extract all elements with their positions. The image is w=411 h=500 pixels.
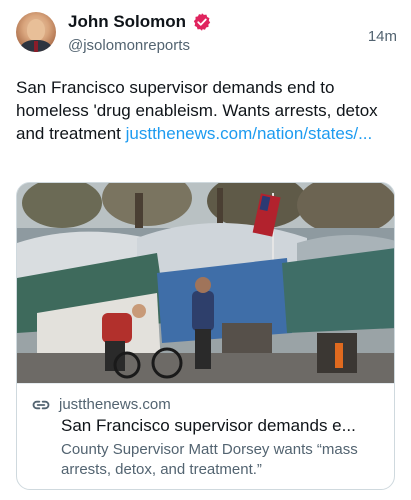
avatar-tie (34, 41, 38, 52)
card-description: County Supervisor Matt Dorsey wants “mas… (61, 441, 358, 478)
card-domain-row: justthenews.com (31, 396, 171, 413)
author-handle[interactable]: @jsolomonreports (68, 37, 190, 54)
card-title[interactable]: San Francisco supervisor demands e... (61, 416, 387, 436)
tweet-timestamp[interactable]: 14m (368, 28, 397, 45)
card-domain: justthenews.com (59, 396, 171, 413)
tweet-header: John Solomon @jsolomonreports 14m (16, 12, 397, 58)
avatar[interactable] (16, 12, 56, 52)
tweet-link[interactable]: justthenews.com/nation/states/... (126, 124, 373, 143)
card-meta: justthenews.com San Francisco supervisor… (17, 383, 394, 489)
author-name-row: John Solomon (68, 12, 212, 32)
tweet-body: San Francisco supervisor demands end to … (16, 76, 397, 145)
avatar-face (27, 19, 45, 41)
verified-badge-icon (193, 13, 211, 31)
author-name[interactable]: John Solomon (68, 12, 186, 32)
link-icon (32, 400, 50, 409)
card-image[interactable] (17, 183, 395, 383)
link-preview-card[interactable]: justthenews.com San Francisco supervisor… (16, 182, 395, 490)
